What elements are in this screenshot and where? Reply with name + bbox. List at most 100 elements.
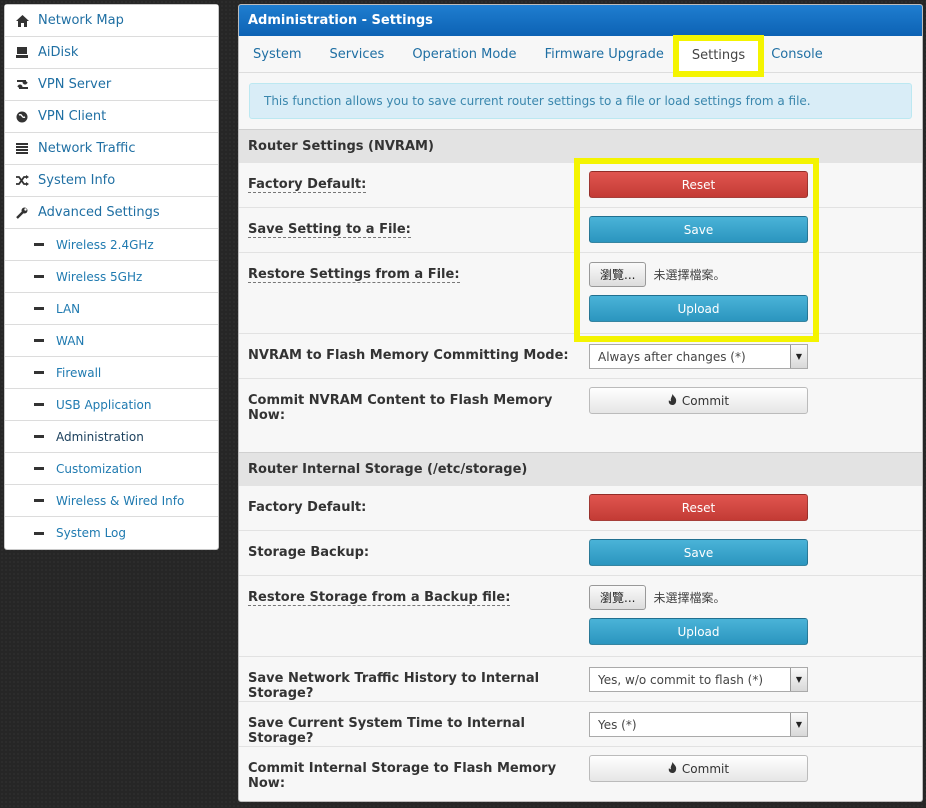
browse-button[interactable]: 瀏覽...: [589, 584, 647, 610]
sidebar-item-label: Network Traffic: [38, 141, 136, 156]
row-label: Save Network Traffic History to Internal…: [248, 671, 540, 701]
tab-firmware-upgrade[interactable]: Firmware Upgrade: [536, 38, 673, 72]
sidebar-item-label: VPN Client: [38, 109, 107, 124]
tab-console[interactable]: Console: [762, 38, 832, 72]
file-picker: 瀏覽... 未選擇檔案。: [589, 261, 808, 287]
dash-icon: [34, 499, 44, 502]
row-label: Commit Internal Storage to Flash Memory …: [248, 761, 557, 791]
chevron-down-icon: ▼: [790, 668, 807, 691]
sidebar-item-label: Advanced Settings: [38, 205, 160, 220]
sidebar-subitem-label: Wireless & Wired Info: [56, 493, 185, 508]
chevron-down-icon: ▼: [790, 345, 807, 368]
sidebar-item-vpn-server[interactable]: VPN Server: [5, 69, 218, 101]
sidebar-item-vpn-client[interactable]: VPN Client: [5, 101, 218, 133]
sidebar-subitem-wan[interactable]: WAN: [5, 325, 218, 357]
sidebar-item-label: Network Map: [38, 13, 124, 28]
dash-icon: [34, 435, 44, 438]
commit-label: Commit: [681, 761, 730, 776]
sidebar-subitem-administration[interactable]: Administration: [5, 421, 218, 453]
tab-services[interactable]: Services: [320, 38, 393, 72]
storage-reset-button[interactable]: Reset: [589, 494, 808, 521]
system-time-select[interactable]: Yes (*) ▼: [589, 712, 808, 737]
dash-icon: [34, 531, 44, 535]
nvram-upload-button[interactable]: Upload: [589, 295, 808, 322]
sidebar-subitem-label: Wireless 2.4GHz: [56, 237, 154, 252]
row-label: NVRAM to Flash Memory Committing Mode:: [248, 348, 569, 363]
row-control: Save: [589, 531, 808, 574]
sidebar-item-network-traffic[interactable]: Network Traffic: [5, 133, 218, 165]
row-label: Restore Settings from a File:: [248, 253, 589, 283]
row-storage-restore: Restore Storage from a Backup file: 瀏覽..…: [239, 576, 922, 657]
chevron-down-icon: ▼: [790, 713, 807, 736]
browse-button[interactable]: 瀏覽...: [589, 261, 647, 287]
sidebar-item-aidisk[interactable]: AiDisk: [5, 37, 218, 69]
row-control: 瀏覽... 未選擇檔案。 Upload: [589, 253, 808, 330]
sidebar-subitem-wireless-24ghz[interactable]: Wireless 2.4GHz: [5, 229, 218, 261]
list-icon: [15, 142, 29, 156]
sidebar-item-system-info[interactable]: System Info: [5, 165, 218, 197]
tab-settings[interactable]: Settings: [672, 35, 765, 77]
select-value: Always after changes (*): [598, 349, 746, 364]
nvram-save-button[interactable]: Save: [589, 216, 808, 243]
row-control: Yes, w/o commit to flash (*) ▼: [589, 657, 808, 700]
tab-bar: System Services Operation Mode Firmware …: [239, 35, 922, 77]
sidebar-subitem-lan[interactable]: LAN: [5, 293, 218, 325]
select-value: Yes, w/o commit to flash (*): [598, 672, 763, 687]
file-picker: 瀏覽... 未選擇檔案。: [589, 584, 808, 610]
file-status: 未選擇檔案。: [653, 267, 726, 282]
sidebar-subitem-wireless-5ghz[interactable]: Wireless 5GHz: [5, 261, 218, 293]
file-status: 未選擇檔案。: [653, 590, 726, 605]
sidebar-subitem-wireless-wired-info[interactable]: Wireless & Wired Info: [5, 485, 218, 517]
tab-operation-mode[interactable]: Operation Mode: [403, 38, 525, 72]
tab-system[interactable]: System: [244, 38, 310, 72]
sidebar-item-network-map[interactable]: Network Map: [5, 5, 218, 37]
sidebar-item-advanced-settings[interactable]: Advanced Settings: [5, 197, 218, 229]
section-nvram-title: Router Settings (NVRAM): [239, 129, 922, 163]
dash-icon: [34, 339, 44, 342]
main-panel: Administration - Settings System Service…: [238, 4, 923, 802]
storage-upload-button[interactable]: Upload: [589, 618, 808, 645]
nvram-reset-button[interactable]: Reset: [589, 171, 808, 198]
home-icon: [15, 14, 29, 28]
shuffle-icon: [15, 174, 29, 188]
fire-icon: [668, 761, 677, 776]
commit-label: Commit: [681, 393, 730, 408]
storage-commit-button[interactable]: Commit: [589, 755, 808, 782]
sidebar-subitem-usb-application[interactable]: USB Application: [5, 389, 218, 421]
sidebar-subitem-firewall[interactable]: Firewall: [5, 357, 218, 389]
row-storage-backup: Storage Backup: Save: [239, 531, 922, 576]
sidebar-subitem-label: WAN: [56, 333, 85, 348]
row-nvram-commit-now: Commit NVRAM Content to Flash Memory Now…: [239, 379, 922, 424]
sidebar-subitem-label: Administration: [56, 429, 144, 444]
row-storage-time: Save Current System Time to Internal Sto…: [239, 702, 922, 747]
sidebar-subitem-label: Wireless 5GHz: [56, 269, 143, 284]
sidebar-item-label: VPN Server: [38, 77, 112, 92]
info-message: This function allows you to save current…: [249, 83, 912, 119]
dash-icon: [34, 275, 44, 278]
row-nvram-commit-mode: NVRAM to Flash Memory Committing Mode: A…: [239, 334, 922, 379]
commit-mode-select[interactable]: Always after changes (*) ▼: [589, 344, 808, 369]
retweet-icon: [15, 78, 29, 92]
fire-icon: [668, 393, 677, 408]
storage-save-button[interactable]: Save: [589, 539, 808, 566]
row-label: Save Current System Time to Internal Sto…: [248, 716, 525, 746]
nvram-commit-button[interactable]: Commit: [589, 387, 808, 414]
row-storage-commit-now: Commit Internal Storage to Flash Memory …: [239, 747, 922, 792]
drive-icon: [15, 46, 29, 60]
row-label: Restore Storage from a Backup file:: [248, 576, 589, 606]
row-nvram-restore: Restore Settings from a File: 瀏覽... 未選擇檔…: [239, 253, 922, 334]
sidebar-subitem-system-log[interactable]: System Log: [5, 517, 218, 549]
page-title: Administration - Settings: [239, 5, 922, 36]
row-control: Commit: [589, 747, 808, 790]
restore-storage-label: Restore Storage from a Backup file:: [248, 590, 511, 606]
sidebar-item-label: AiDisk: [38, 45, 79, 60]
sidebar-item-label: System Info: [38, 173, 116, 188]
row-storage-factory-default: Factory Default: Reset: [239, 486, 922, 531]
row-label: Factory Default:: [248, 500, 367, 515]
sidebar-subitem-label: Customization: [56, 461, 142, 476]
factory-default-label: Factory Default:: [248, 177, 367, 193]
sidebar-subitem-customization[interactable]: Customization: [5, 453, 218, 485]
sidebar-subitem-label: LAN: [56, 301, 81, 316]
traffic-history-select[interactable]: Yes, w/o commit to flash (*) ▼: [589, 667, 808, 692]
section-storage-title: Router Internal Storage (/etc/storage): [239, 452, 922, 486]
